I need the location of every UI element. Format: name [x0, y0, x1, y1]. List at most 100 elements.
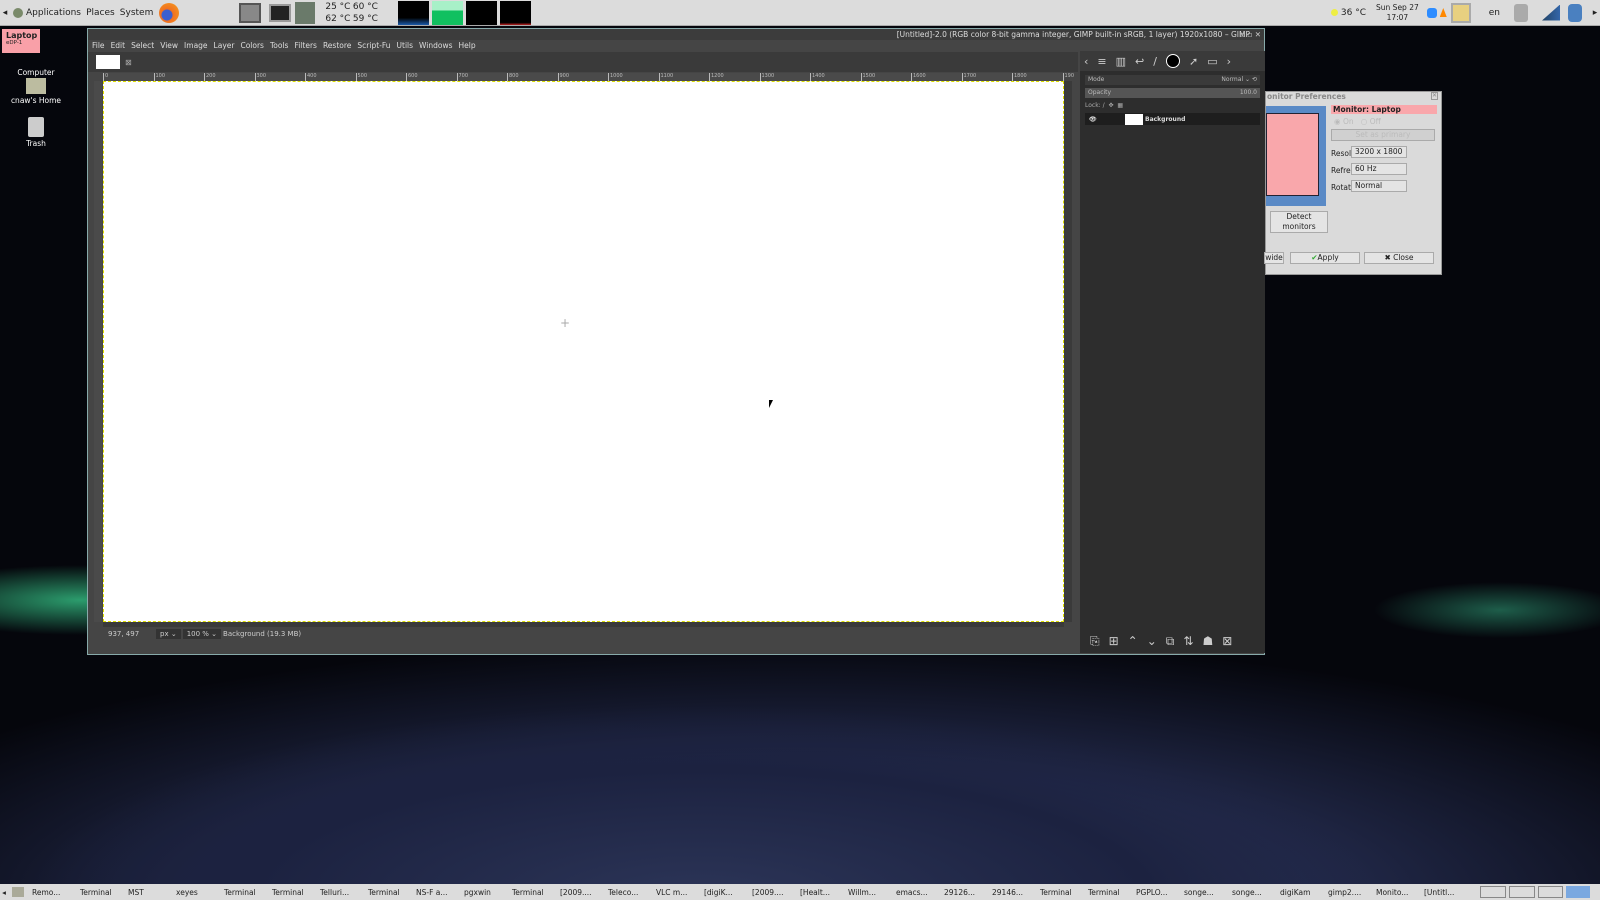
menu-help[interactable]: Help — [459, 40, 476, 52]
new-group-icon[interactable]: ⊞ — [1109, 634, 1119, 649]
network-signal-icon[interactable] — [1542, 4, 1560, 21]
unit-select[interactable]: px ⌄ — [156, 629, 181, 639]
menu-restore[interactable]: Restore — [323, 40, 351, 52]
menu-applications[interactable]: Applications — [26, 8, 81, 18]
taskbar-button[interactable]: emacs... — [892, 888, 940, 897]
taskbar-button[interactable]: VLC m... — [652, 888, 700, 897]
lock-position-icon[interactable]: ✥ — [1108, 102, 1113, 109]
workspace-switcher[interactable] — [1480, 886, 1590, 898]
taskbar-button[interactable]: Terminal — [76, 888, 124, 897]
layers-icon[interactable]: ≡ — [1097, 55, 1106, 68]
lock-alpha-icon[interactable]: ▦ — [1117, 102, 1123, 109]
apply-button[interactable]: ✔Apply — [1290, 252, 1360, 264]
taskbar-button[interactable]: Telluri... — [316, 888, 364, 897]
menu-select[interactable]: Select — [131, 40, 154, 52]
menu-system[interactable]: System — [120, 8, 154, 18]
chevron-right-icon[interactable]: › — [1227, 55, 1231, 68]
taskbar-button[interactable]: Remo... — [28, 888, 76, 897]
desktop-icon-home[interactable]: cnaw's Home — [6, 78, 66, 105]
desktop-icon-computer[interactable]: Computer — [6, 60, 66, 77]
taskbar-button[interactable]: [Healt... — [796, 888, 844, 897]
taskbar-button[interactable]: Willm... — [844, 888, 892, 897]
monitor-arrangement[interactable] — [1266, 106, 1326, 206]
menu-script-fu[interactable]: Script-Fu — [357, 40, 390, 52]
taskbar-button[interactable]: [2009.... — [556, 888, 604, 897]
desktop-icon-trash[interactable]: Trash — [6, 117, 66, 148]
raise-layer-icon[interactable]: ⌃ — [1128, 634, 1138, 649]
pointer-icon[interactable]: ➚ — [1189, 55, 1198, 68]
fg-color-icon[interactable] — [1165, 54, 1180, 68]
dialog-title[interactable]: onitor Preferences ✕ — [1266, 92, 1441, 101]
panel-arrow[interactable]: ◂ — [0, 8, 10, 18]
brush-icon[interactable]: / — [1153, 55, 1157, 68]
menu-tools[interactable]: Tools — [270, 40, 288, 52]
undo-history-icon[interactable]: ↩ — [1135, 55, 1144, 68]
taskbar-button[interactable]: [digiK... — [700, 888, 748, 897]
taskbar-button[interactable]: Monito... — [1372, 888, 1420, 897]
taskbar-button[interactable]: Teleco... — [604, 888, 652, 897]
visibility-eye-icon[interactable]: 👁 — [1085, 116, 1125, 123]
close-icon[interactable]: ✕ — [1430, 92, 1438, 100]
taskbar-button[interactable]: PGPLO... — [1132, 888, 1180, 897]
rotation-select[interactable]: Normal — [1351, 180, 1407, 192]
menu-file[interactable]: File — [92, 40, 105, 52]
mode-select[interactable]: Mode Normal ⌄ ⟲ — [1085, 75, 1260, 85]
wide-button[interactable]: wide — [1264, 252, 1284, 264]
scanner-icon[interactable] — [239, 2, 262, 23]
vlc-icon[interactable] — [1439, 8, 1447, 17]
merge-layer-icon[interactable]: ⇅ — [1183, 634, 1193, 649]
taskbar-button[interactable]: 29146... — [988, 888, 1036, 897]
menu-edit[interactable]: Edit — [111, 40, 126, 52]
channels-icon[interactable]: ▥ — [1116, 55, 1126, 68]
calculator-icon[interactable] — [295, 1, 316, 24]
firefox-icon[interactable] — [159, 2, 180, 23]
taskbar-button[interactable]: Terminal — [220, 888, 268, 897]
detect-monitors-button[interactable]: Detect monitors — [1270, 211, 1328, 233]
taskbar-button[interactable]: Terminal — [268, 888, 316, 897]
show-desktop-icon[interactable] — [12, 887, 24, 897]
menu-layer[interactable]: Layer — [214, 40, 235, 52]
image-tab-thumbnail[interactable] — [96, 55, 120, 69]
chevron-left-icon[interactable]: ‹ — [1084, 55, 1088, 68]
zoom-icon[interactable] — [1426, 7, 1437, 18]
refresh-select[interactable]: 60 Hz — [1351, 163, 1407, 175]
taskbar-arrow-left[interactable]: ◂ — [0, 888, 8, 897]
clock[interactable]: Sun Sep 27 17:07 — [1376, 3, 1419, 23]
on-off-radios[interactable]: ◉ On ○ Off — [1334, 117, 1381, 126]
menu-colors[interactable]: Colors — [240, 40, 264, 52]
menu-windows[interactable]: Windows — [419, 40, 452, 52]
duplicate-layer-icon[interactable]: ⧉ — [1166, 634, 1175, 649]
vertical-scrollbar[interactable] — [1064, 81, 1072, 622]
opacity-slider[interactable]: Opacity 100.0 — [1085, 88, 1260, 98]
taskbar-button[interactable]: MST — [124, 888, 172, 897]
new-layer-icon[interactable]: ⎘ — [1090, 634, 1100, 649]
window-controls[interactable]: ▫ ▫ ✕ — [1240, 29, 1261, 40]
menu-filters[interactable]: Filters — [294, 40, 316, 52]
monitor-laptop-preview[interactable] — [1266, 113, 1319, 196]
taskbar-button[interactable]: songe... — [1180, 888, 1228, 897]
close-button[interactable]: ✖ Close — [1364, 252, 1434, 264]
taskbar-button[interactable]: Terminal — [508, 888, 556, 897]
taskbar-button[interactable]: Terminal — [1036, 888, 1084, 897]
taskbar-button[interactable]: songe... — [1228, 888, 1276, 897]
display-icon[interactable]: ▭ — [1207, 55, 1217, 68]
menu-image[interactable]: Image — [184, 40, 208, 52]
taskbar-button[interactable]: 29126... — [940, 888, 988, 897]
volume-icon[interactable] — [1514, 3, 1528, 22]
taskbar-button[interactable]: gimp2.... — [1324, 888, 1372, 897]
taskbar-button[interactable]: [2009.... — [748, 888, 796, 897]
terminal-icon[interactable] — [269, 3, 292, 22]
resolution-select[interactable]: 3200 x 1800 — [1351, 146, 1407, 158]
taskbar-button[interactable]: Terminal — [1084, 888, 1132, 897]
mask-icon[interactable]: ☗ — [1202, 634, 1213, 649]
weather-temp[interactable]: 36 °C — [1341, 8, 1366, 18]
menu-utils[interactable]: Utils — [397, 40, 414, 52]
keyboard-layout[interactable]: en — [1489, 8, 1500, 18]
panel-arrow-right[interactable]: ▸ — [1590, 8, 1600, 18]
set-primary-button[interactable]: Set as primary — [1331, 129, 1435, 141]
menu-places[interactable]: Places — [86, 8, 115, 18]
battery-icon[interactable] — [1568, 3, 1582, 22]
taskbar-button[interactable]: NS-F a... — [412, 888, 460, 897]
gimp-titlebar[interactable]: [Untitled]-2.0 (RGB color 8-bit gamma in… — [88, 29, 1264, 40]
layer-row[interactable]: 👁 Background — [1085, 113, 1260, 125]
